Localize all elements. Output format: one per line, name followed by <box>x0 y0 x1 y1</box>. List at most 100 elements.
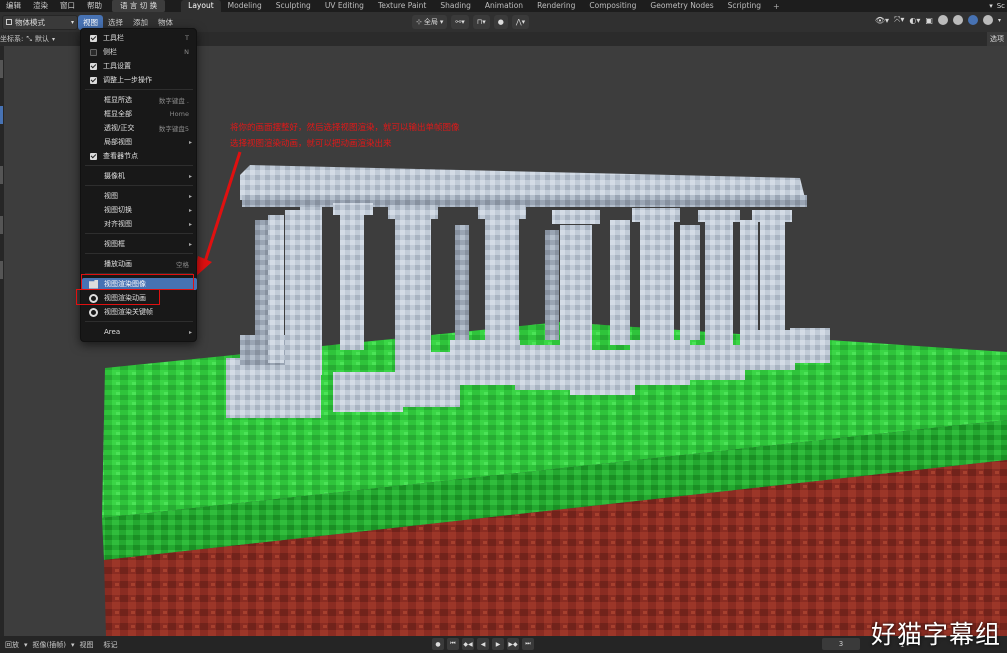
tool-button[interactable] <box>0 261 3 279</box>
shortcut-label: T <box>185 34 189 42</box>
menu-item-sidebar[interactable]: 侧栏 N <box>82 46 197 58</box>
menu-item-label: 摄像机 <box>104 172 125 180</box>
falloff-button[interactable]: ⋀▾ <box>511 15 530 29</box>
snap-button[interactable]: ⊓▾ <box>472 15 490 29</box>
rendered-shading-icon[interactable] <box>982 15 993 25</box>
tab-uv-editing[interactable]: UV Editing <box>318 0 371 12</box>
tab-scripting[interactable]: Scripting <box>721 0 768 12</box>
menu-playback[interactable]: 回放 <box>0 640 24 650</box>
gizmo-icon[interactable]: ⤧▾ <box>894 15 904 25</box>
solid-shading-icon[interactable] <box>952 15 963 25</box>
coord-label: 坐标系: <box>0 35 24 43</box>
play-reverse-icon[interactable]: ◀ <box>477 638 489 650</box>
tab-animation[interactable]: Animation <box>478 0 530 12</box>
menu-item-label: 播放动画 <box>104 260 132 268</box>
proportional-edit-button[interactable]: ● <box>493 15 508 29</box>
add-workspace-button[interactable]: + <box>768 2 785 11</box>
menu-item-navigation[interactable]: 视图切换 ▸ <box>82 204 197 216</box>
shortcut-label: Home <box>169 110 189 118</box>
material-shading-icon[interactable] <box>967 15 978 25</box>
menu-keying[interactable]: 抠像(插帧) <box>28 640 71 650</box>
menu-item-label: 视图 <box>104 192 118 200</box>
menu-marker[interactable]: 标记 <box>99 640 123 650</box>
menu-item-label: 框显全部 <box>104 110 132 118</box>
menu-item-camera[interactable]: 摄像机 ▸ <box>82 170 197 182</box>
current-frame-field[interactable]: 3 <box>822 638 860 650</box>
scene-icon[interactable]: ▾ <box>989 2 993 10</box>
menu-item-local-view[interactable]: 局部视图 ▸ <box>82 136 197 148</box>
tab-geometry-nodes[interactable]: Geometry Nodes <box>643 0 720 12</box>
menu-window[interactable]: 窗口 <box>54 0 81 12</box>
chevron-down-icon: ▾ <box>51 35 55 43</box>
menu-timeline-view[interactable]: 视图 <box>75 640 99 650</box>
menu-item-perspective-ortho[interactable]: 透视/正交 数字键盘5 <box>82 122 197 134</box>
menu-item-view[interactable]: 视图 ▸ <box>82 190 197 202</box>
checkbox-icon[interactable] <box>90 152 97 160</box>
menu-item-view-regions[interactable]: 视图框 ▸ <box>82 238 197 250</box>
tab-rendering[interactable]: Rendering <box>530 0 582 12</box>
options-button[interactable]: 选项 <box>987 32 1007 46</box>
menu-item-frame-selected[interactable]: 框显所选 数字键盘 . <box>82 94 197 106</box>
wireframe-shading-icon[interactable] <box>937 15 948 25</box>
menu-item-label: 视图框 <box>104 240 125 248</box>
scene-selector[interactable]: Sc <box>997 2 1005 10</box>
tab-modeling[interactable]: Modeling <box>221 0 269 12</box>
menu-item-label: 视图渲染关键帧 <box>104 308 153 316</box>
prev-keyframe-icon[interactable]: ◆◀ <box>462 638 474 650</box>
menu-render[interactable]: 渲染 <box>27 0 54 12</box>
jump-end-icon[interactable]: ⏭ <box>522 638 534 650</box>
pivot-button[interactable]: ⚯▾ <box>451 15 469 29</box>
menu-item-label: 调整上一步操作 <box>103 76 152 84</box>
tool-button-active[interactable] <box>0 106 3 124</box>
tool-button[interactable] <box>0 216 3 234</box>
submenu-arrow-icon: ▸ <box>188 328 192 336</box>
checkbox-icon[interactable] <box>90 48 97 56</box>
tab-shading[interactable]: Shading <box>433 0 477 12</box>
menu-item-play-animation[interactable]: 播放动画 空格 <box>82 258 197 270</box>
menu-item-area[interactable]: Area ▸ <box>82 326 197 338</box>
tab-layout[interactable]: Layout <box>181 0 221 12</box>
menu-item-viewport-render-keyframes[interactable]: 视图渲染关键帧 <box>82 306 197 318</box>
menu-separator <box>85 321 193 322</box>
tab-sculpting[interactable]: Sculpting <box>269 0 318 12</box>
tool-button[interactable] <box>0 60 3 78</box>
jump-start-icon[interactable]: ⏮ <box>447 638 459 650</box>
shortcut-label: N <box>184 48 189 56</box>
menu-item-frame-all[interactable]: 框显全部 Home <box>82 108 197 120</box>
checkbox-icon[interactable] <box>90 34 97 42</box>
highlight-box-render-image <box>81 274 194 290</box>
top-menu-bar: 编辑 渲染 窗口 帮助 语 言 切 换 Layout Modeling Scul… <box>0 0 1007 12</box>
menu-item-adjust-last-operation[interactable]: 调整上一步操作 <box>82 74 197 86</box>
visibility-icon[interactable]: 👁▾ <box>875 16 889 25</box>
shading-controls: 👁▾ ⤧▾ ◐▾ ▣ ▾ <box>875 15 1001 25</box>
next-keyframe-icon[interactable]: ▶◆ <box>507 638 519 650</box>
language-switch-button[interactable]: 语 言 切 换 <box>112 0 166 12</box>
tab-texture-paint[interactable]: Texture Paint <box>371 0 433 12</box>
menu-item-tool-settings[interactable]: 工具设置 <box>82 60 197 72</box>
menu-item-align-view[interactable]: 对齐视图 ▸ <box>82 218 197 230</box>
coord-value[interactable]: 默认 <box>35 34 49 44</box>
orientation-dropdown[interactable]: ⊹ 全局 ▾ <box>412 15 448 29</box>
proportional-icon: ● <box>497 18 504 26</box>
menu-item-viewer-node[interactable]: 查看器节点 <box>82 150 197 162</box>
record-icon[interactable]: ● <box>432 638 444 650</box>
render-keyframes-icon <box>89 307 98 317</box>
overlay-icon[interactable]: ◐▾ <box>909 16 920 25</box>
play-icon[interactable]: ▶ <box>492 638 504 650</box>
xray-icon[interactable]: ▣ <box>925 16 933 25</box>
tool-button[interactable] <box>0 166 3 184</box>
tab-compositing[interactable]: Compositing <box>582 0 643 12</box>
submenu-arrow-icon: ▸ <box>188 172 192 180</box>
checkbox-icon[interactable] <box>90 76 97 84</box>
menu-edit[interactable]: 编辑 <box>0 0 27 12</box>
menu-help[interactable]: 帮助 <box>81 0 108 12</box>
checkbox-icon[interactable] <box>90 62 97 70</box>
temple-roof <box>240 165 807 224</box>
menu-item-label: 视图切换 <box>104 206 132 214</box>
playback-controls: ● ⏮ ◆◀ ◀ ▶ ▶◆ ⏭ <box>432 638 534 650</box>
mode-dropdown[interactable]: 物体模式 ▾ <box>2 14 78 30</box>
menu-item-label: 对齐视图 <box>104 220 132 228</box>
annotation-text: 将你的画面摆整好，然后选择视图渲染，就可以输出单帧图像 选择视图渲染动画，就可以… <box>230 120 460 152</box>
chevron-down-icon[interactable]: ▾ <box>998 17 1001 24</box>
menu-item-toolbar[interactable]: 工具栏 T <box>82 32 197 44</box>
